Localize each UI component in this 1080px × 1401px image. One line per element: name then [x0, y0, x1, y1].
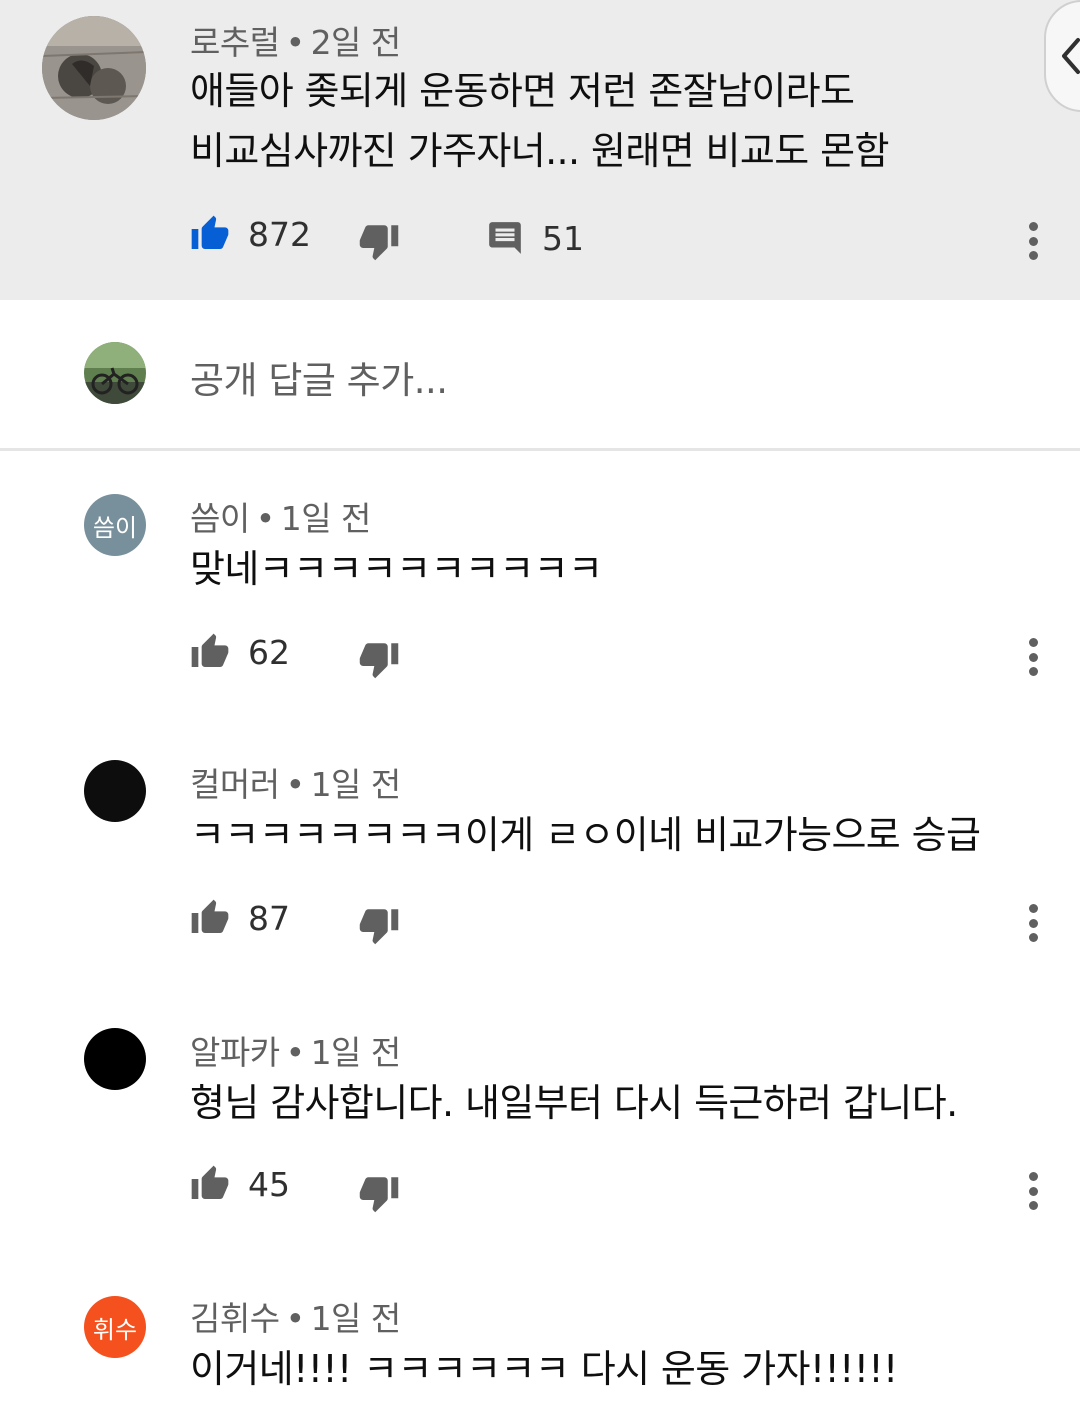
chevron-left-icon — [1062, 38, 1080, 74]
avatar[interactable] — [84, 1028, 146, 1090]
comment-meta: 로추럴 • 2일 전 — [190, 16, 401, 64]
comment-meta: 씀이 • 1일 전 — [190, 492, 371, 540]
comment-text-line-2: 비교심사까진 가주자너... 원래면 비교도 몬함 — [190, 129, 889, 173]
comment-time: 2일 전 — [310, 23, 402, 62]
like-count: 62 — [248, 632, 290, 672]
avatar[interactable] — [84, 760, 146, 822]
avatar[interactable]: 휘수 — [84, 1296, 146, 1358]
like-button[interactable]: 87 — [190, 898, 290, 938]
reply-count: 51 — [542, 218, 584, 258]
author-name[interactable]: 컬머러 — [190, 765, 280, 804]
comment-text: ㅋㅋㅋㅋㅋㅋㅋㅋ이게 ㄹㅇ이네 비교가능으로 승급 — [190, 813, 981, 857]
reply-comment-icon — [489, 222, 521, 254]
dislike-button[interactable] — [358, 220, 400, 262]
avatar-photo — [42, 16, 146, 120]
meta-separator: • — [285, 23, 305, 62]
comments-screen: 로추럴 • 2일 전 애들아 좆되게 운동하면 저런 존잘남이라도 비교심사까진 가… — [0, 0, 1080, 1401]
thumb-up-icon — [191, 899, 229, 933]
meta-separator: • — [285, 1299, 305, 1338]
more-vert-icon[interactable] — [1016, 216, 1050, 266]
comment-text-line-1: 애들아 좆되게 운동하면 저런 존잘남이라도 — [190, 69, 855, 113]
avatar-initials: 휘수 — [92, 1315, 138, 1344]
comment-meta: 알파카 • 1일 전 — [190, 1026, 401, 1074]
author-name[interactable]: 김휘수 — [190, 1299, 280, 1338]
reply-composer — [0, 300, 1080, 450]
meta-separator: • — [285, 1033, 305, 1072]
thumb-down-icon — [359, 909, 399, 945]
like-button[interactable]: 62 — [190, 632, 290, 672]
thumb-down-icon — [359, 225, 399, 261]
dislike-button[interactable] — [358, 638, 400, 680]
thumb-down-icon — [359, 643, 399, 679]
comment-time: 1일 전 — [310, 765, 402, 804]
avatar-initials: 씀이 — [92, 513, 138, 542]
avatar-photo — [84, 342, 146, 404]
comment-text: 형님 감사합니다. 내일부터 다시 득근하러 갑니다. — [190, 1081, 958, 1125]
my-avatar — [84, 342, 146, 404]
comment-time: 1일 전 — [310, 1299, 402, 1338]
dislike-button[interactable] — [358, 904, 400, 946]
comment-text: 맞네ㅋㅋㅋㅋㅋㅋㅋㅋㅋㅋ — [190, 547, 603, 591]
thumb-down-icon — [359, 1177, 399, 1213]
like-count: 872 — [248, 214, 311, 254]
reply-input[interactable]: 공개 답글 추가... — [190, 350, 448, 404]
highlighted-comment: 로추럴 • 2일 전 애들아 좆되게 운동하면 저런 존잘남이라도 비교심사까진 가… — [0, 0, 1080, 300]
meta-separator: • — [255, 499, 275, 538]
comment-text: 이거네!!!! ㅋㅋㅋㅋㅋㅋ 다시 운동 가자!!!!!! — [190, 1347, 898, 1391]
comment-time: 1일 전 — [280, 499, 372, 538]
meta-separator: • — [285, 765, 305, 804]
like-count: 45 — [248, 1164, 290, 1204]
author-name[interactable]: 씀이 — [190, 499, 250, 538]
like-button[interactable]: 872 — [190, 214, 311, 254]
author-name[interactable]: 로추럴 — [190, 23, 280, 62]
like-count: 87 — [248, 898, 290, 938]
more-vert-icon[interactable] — [1016, 1166, 1050, 1216]
more-vert-icon[interactable] — [1016, 632, 1050, 682]
thumb-up-icon — [191, 215, 229, 249]
thumb-up-icon — [191, 1165, 229, 1199]
collapse-panel-tab[interactable] — [1044, 0, 1080, 112]
thumb-up-icon — [191, 633, 229, 667]
replies-button[interactable]: 51 — [486, 218, 584, 258]
comment-meta: 컬머러 • 1일 전 — [190, 758, 401, 806]
comment-time: 1일 전 — [310, 1033, 402, 1072]
avatar[interactable] — [42, 16, 146, 120]
author-name[interactable]: 알파카 — [190, 1033, 280, 1072]
divider — [0, 448, 1080, 451]
dislike-button[interactable] — [358, 1172, 400, 1214]
comment-meta: 김휘수 • 1일 전 — [190, 1292, 401, 1340]
like-button[interactable]: 45 — [190, 1164, 290, 1204]
avatar[interactable]: 씀이 — [84, 494, 146, 556]
more-vert-icon[interactable] — [1016, 898, 1050, 948]
